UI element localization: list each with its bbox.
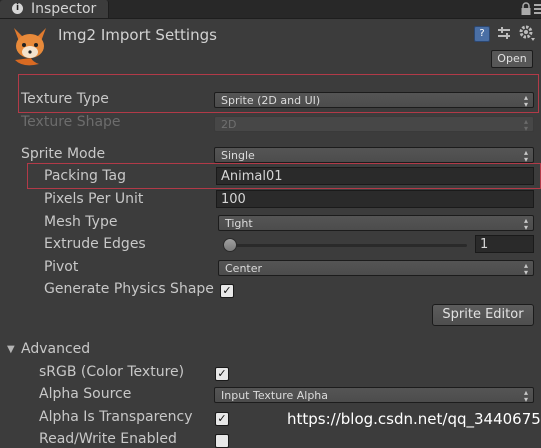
texture-shape-value: 2D: [221, 118, 237, 131]
preset-icon[interactable]: [497, 26, 511, 42]
sprite-mode-label: Sprite Mode: [21, 146, 106, 162]
tab-bar: i Inspector: [0, 0, 541, 19]
pivot-label: Pivot: [44, 259, 79, 275]
dropdown-arrow-icon: ▴ ▾: [523, 216, 528, 232]
pixels-per-unit-label: Pixels Per Unit: [44, 191, 144, 207]
mesh-type-dropdown[interactable]: Tight ▴ ▾: [218, 215, 534, 232]
fox-thumbnail-icon: [14, 28, 46, 66]
sprite-mode-value: Single: [221, 149, 255, 162]
extrude-edges-input[interactable]: 1: [475, 235, 534, 253]
dropdown-arrow-icon: ▴ ▾: [523, 117, 528, 133]
alpha-is-transparency-label: Alpha Is Transparency: [39, 409, 193, 425]
srgb-checkbox[interactable]: ✓: [215, 367, 229, 381]
packing-tag-input[interactable]: Animal01: [216, 167, 534, 185]
pixels-per-unit-input[interactable]: 100: [216, 190, 534, 208]
read-write-label: Read/Write Enabled: [39, 431, 177, 447]
texture-type-dropdown[interactable]: Sprite (2D and UI) ▴ ▾: [214, 92, 534, 109]
lock-icon[interactable]: [520, 2, 532, 16]
dropdown-arrow-icon: ▴ ▾: [523, 93, 528, 109]
read-write-checkbox[interactable]: ✓: [215, 434, 229, 448]
tab-label: Inspector: [31, 1, 97, 17]
packing-tag-label: Packing Tag: [44, 168, 126, 184]
open-button[interactable]: Open: [491, 50, 533, 68]
dropdown-arrow-icon: ▴ ▾: [523, 148, 528, 164]
pivot-dropdown[interactable]: Center ▴ ▾: [218, 260, 534, 277]
texture-shape-dropdown: 2D ▴ ▾: [214, 116, 534, 133]
sprite-editor-button[interactable]: Sprite Editor: [432, 304, 534, 326]
generate-physics-shape-checkbox[interactable]: ✓: [220, 284, 234, 298]
texture-type-label: Texture Type: [21, 91, 109, 107]
srgb-label: sRGB (Color Texture): [39, 364, 185, 380]
pivot-value: Center: [225, 262, 263, 275]
page-title: Img2 Import Settings: [58, 26, 217, 44]
watermark-text: https://blog.csdn.net/qq_34406755: [287, 410, 541, 428]
alpha-source-value: Input Texture Alpha: [221, 389, 329, 402]
texture-shape-label: Texture Shape: [21, 114, 121, 130]
advanced-foldout-label[interactable]: Advanced: [21, 341, 90, 357]
texture-type-value: Sprite (2D and UI): [221, 94, 321, 107]
extrude-edges-label: Extrude Edges: [44, 236, 146, 252]
help-icon[interactable]: ?: [474, 26, 490, 42]
dropdown-arrow-icon: ▴ ▾: [523, 261, 528, 277]
sprite-mode-dropdown[interactable]: Single ▴ ▾: [214, 147, 534, 164]
menu-icon[interactable]: [534, 4, 541, 14]
alpha-is-transparency-checkbox[interactable]: ✓: [215, 412, 229, 426]
mesh-type-label: Mesh Type: [44, 214, 118, 230]
extrude-edges-slider[interactable]: [224, 244, 467, 247]
tab-inspector[interactable]: i Inspector: [0, 0, 109, 18]
advanced-foldout-arrow-icon[interactable]: ▼: [7, 344, 15, 355]
info-icon: i: [12, 3, 23, 14]
extrude-edges-slider-knob[interactable]: [223, 238, 237, 252]
alpha-source-dropdown[interactable]: Input Texture Alpha ▴ ▾: [214, 387, 534, 404]
gear-icon[interactable]: [518, 24, 536, 42]
mesh-type-value: Tight: [225, 217, 253, 230]
alpha-source-label: Alpha Source: [39, 386, 132, 402]
generate-physics-shape-label: Generate Physics Shape: [44, 281, 214, 297]
dropdown-arrow-icon: ▴ ▾: [523, 388, 528, 404]
